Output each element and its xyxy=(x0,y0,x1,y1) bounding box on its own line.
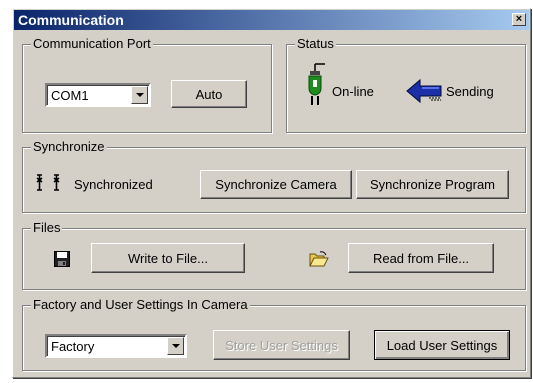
com-port-value: COM1 xyxy=(51,88,89,103)
title-bar[interactable]: Communication × xyxy=(14,10,529,30)
floppy-disk-icon xyxy=(54,251,70,267)
plug-icon xyxy=(308,63,325,105)
sending-status-label: Sending xyxy=(446,84,494,99)
files-legend: Files xyxy=(31,220,63,235)
write-to-file-label: Write to File... xyxy=(128,250,208,266)
synchronize-program-label: Synchronize Program xyxy=(370,177,495,192)
communication-port-group: Communication Port COM1 Auto xyxy=(22,36,272,133)
antenna-icon xyxy=(36,174,60,191)
close-icon: × xyxy=(515,13,523,25)
read-from-file-button[interactable]: Read from File... xyxy=(348,243,494,273)
online-status-label: On-line xyxy=(332,84,374,99)
synchronize-program-button[interactable]: Synchronize Program xyxy=(356,170,509,199)
files-group: Files Write to File... Read from File... xyxy=(22,220,526,290)
close-button[interactable]: × xyxy=(512,13,526,26)
settings-legend: Factory and User Settings In Camera xyxy=(31,297,250,312)
store-user-settings-button[interactable]: Store User Settings xyxy=(213,330,350,360)
load-user-settings-label: Load User Settings xyxy=(386,337,498,353)
auto-button-label: Auto xyxy=(195,86,223,102)
status-legend: Status xyxy=(295,36,336,51)
settings-group: Factory and User Settings In Camera Fact… xyxy=(22,297,526,371)
window-title: Communication xyxy=(18,12,124,28)
synchronize-camera-label: Synchronize Camera xyxy=(215,177,337,192)
chevron-down-icon[interactable] xyxy=(131,86,148,104)
chevron-down-icon[interactable] xyxy=(167,337,184,355)
arrow-left-icon xyxy=(406,78,442,104)
communication-dialog: Communication × Communication Port COM1 … xyxy=(12,8,531,378)
communication-port-legend: Communication Port xyxy=(31,36,153,51)
com-port-select[interactable]: COM1 xyxy=(45,83,151,107)
settings-source-select[interactable]: Factory xyxy=(45,334,187,358)
load-user-settings-button[interactable]: Load User Settings xyxy=(374,330,510,360)
synchronize-group: Synchronize Synchronized Synchronize Cam… xyxy=(22,139,526,213)
synchronize-camera-button[interactable]: Synchronize Camera xyxy=(200,170,352,199)
store-user-settings-label: Store User Settings xyxy=(225,337,338,353)
write-to-file-button[interactable]: Write to File... xyxy=(91,243,245,273)
read-from-file-label: Read from File... xyxy=(372,250,470,266)
folder-open-icon xyxy=(309,251,329,267)
synchronize-legend: Synchronize xyxy=(31,139,107,154)
settings-source-value: Factory xyxy=(51,339,95,354)
status-group: Status On-line Sending xyxy=(286,36,526,133)
synchronized-status-label: Synchronized xyxy=(74,177,153,192)
auto-button[interactable]: Auto xyxy=(171,80,247,108)
